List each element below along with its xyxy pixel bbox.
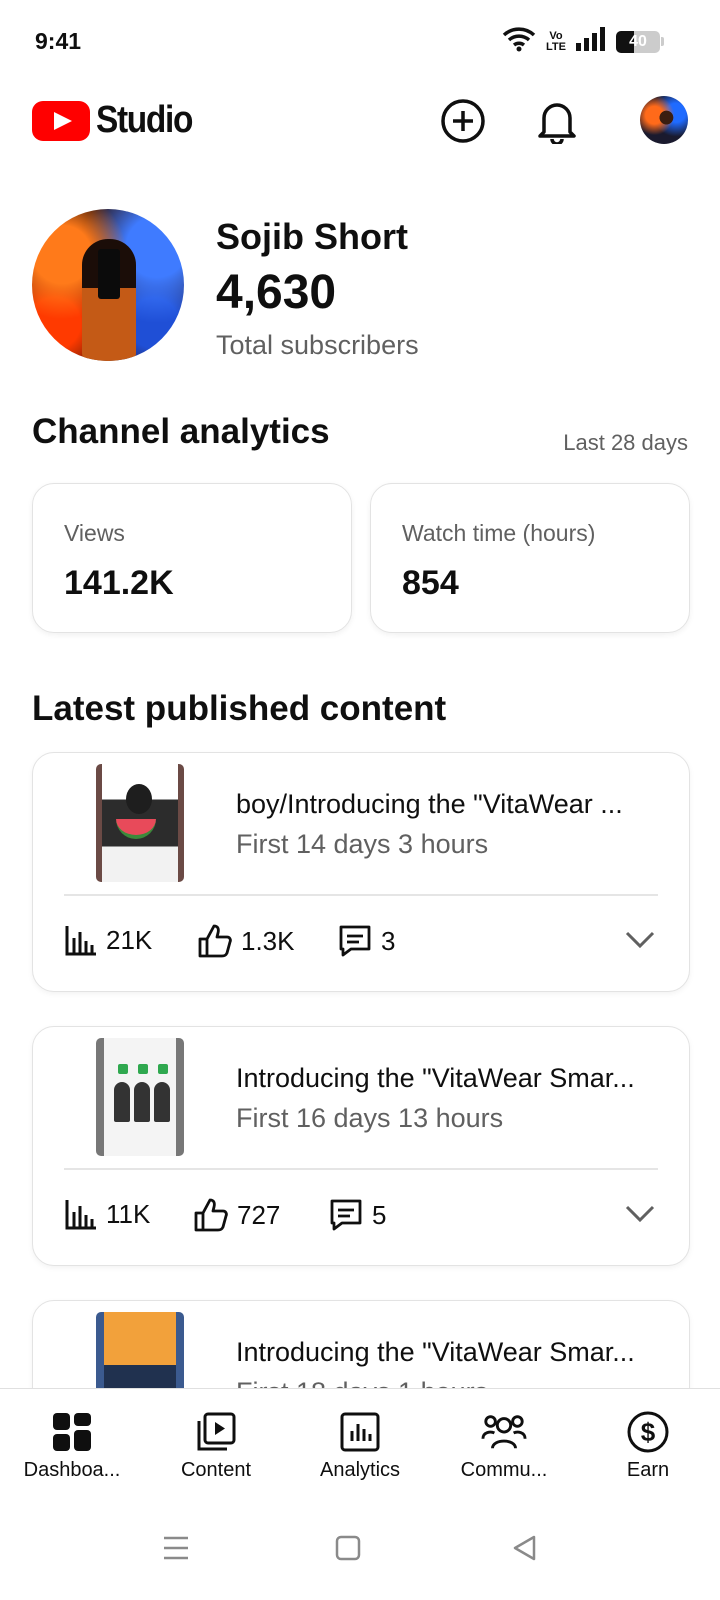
views-count: 11K	[106, 1198, 151, 1229]
create-button[interactable]	[439, 97, 487, 145]
plus-circle-icon	[441, 99, 485, 143]
bar-chart-icon	[65, 1200, 96, 1230]
chevron-down-icon	[625, 931, 655, 949]
dashboard-icon	[49, 1409, 95, 1455]
youtube-play-icon	[32, 100, 90, 141]
video-title[interactable]: Introducing the "VitaWear Smar...	[236, 1337, 635, 1368]
views-metric: 11K	[64, 1197, 150, 1231]
analytics-range: Last 28 days	[563, 430, 688, 455]
expand-button[interactable]	[625, 931, 655, 954]
nav-item-analytics[interactable]: Analytics	[288, 1389, 432, 1499]
system-navigation	[0, 1498, 720, 1600]
channel-avatar[interactable]	[32, 209, 184, 361]
svg-text:$: $	[641, 1417, 656, 1447]
account-avatar[interactable]	[640, 96, 688, 144]
analytics-icon	[337, 1409, 383, 1455]
comments-count: 3	[381, 925, 396, 956]
logo-text: Studio	[96, 99, 193, 141]
comment-icon	[339, 925, 371, 957]
bottom-navigation: Dashboa... Content Analytics Commu... $ …	[0, 1388, 720, 1498]
bar-chart-icon	[65, 926, 96, 956]
latest-content-title: Latest published content	[32, 689, 447, 728]
video-thumbnail[interactable]	[96, 764, 184, 882]
status-time: 9:41	[35, 28, 82, 54]
battery-tip	[661, 37, 664, 46]
analytics-title: Channel analytics	[32, 412, 330, 451]
bell-icon	[538, 103, 576, 144]
nav-item-community[interactable]: Commu...	[432, 1389, 576, 1499]
youtube-studio-logo[interactable]: Studio	[32, 99, 205, 142]
video-title[interactable]: boy/Introducing the "VitaWear ...	[236, 789, 623, 820]
wifi-icon	[502, 26, 536, 57]
nav-label: Analytics	[319, 1459, 401, 1481]
volte-indicator: Vo LTE	[546, 29, 566, 53]
nav-label: Dashboa...	[23, 1459, 121, 1481]
expand-button[interactable]	[625, 1205, 655, 1228]
earn-icon: $	[625, 1409, 671, 1455]
back-button[interactable]	[504, 1528, 544, 1568]
video-title[interactable]: Introducing the "VitaWear Smar...	[236, 1063, 635, 1094]
square-icon	[335, 1535, 361, 1561]
video-period: First 14 days 3 hours	[236, 829, 489, 859]
comments-metric: 3	[337, 923, 395, 959]
comment-icon	[330, 1199, 362, 1231]
signal-icon	[576, 27, 606, 56]
battery-level: 40	[629, 32, 647, 50]
content-card[interactable]: boy/Introducing the "VitaWear ... First …	[32, 752, 690, 992]
views-label: Views	[64, 520, 125, 546]
video-period: First 16 days 13 hours	[236, 1103, 504, 1133]
subscriber-count: 4,630	[216, 266, 337, 319]
subscriber-label: Total subscribers	[216, 330, 419, 360]
nav-label: Commu...	[460, 1459, 548, 1481]
comments-metric: 5	[328, 1197, 386, 1233]
thumbs-up-icon	[194, 1198, 228, 1232]
views-metric: 21K	[64, 923, 152, 957]
thumbs-up-icon	[198, 924, 232, 958]
likes-metric: 1.3K	[197, 923, 295, 959]
channel-name: Sojib Short	[216, 216, 408, 257]
views-card[interactable]: Views 141.2K	[32, 483, 352, 633]
status-bar: 9:41 Vo LTE 40	[0, 0, 720, 84]
content-icon	[193, 1409, 239, 1455]
recents-button[interactable]	[156, 1528, 196, 1568]
notifications-button[interactable]	[533, 97, 581, 145]
views-count: 21K	[106, 924, 153, 955]
community-icon	[481, 1409, 527, 1455]
back-triangle-icon	[513, 1535, 536, 1561]
watch-time-value: 854	[402, 564, 459, 602]
chevron-down-icon	[625, 1205, 655, 1223]
home-button[interactable]	[328, 1528, 368, 1568]
nav-label: Content	[180, 1459, 252, 1481]
comments-count: 5	[372, 1199, 387, 1230]
card-divider	[64, 1168, 658, 1170]
likes-metric: 727	[193, 1197, 280, 1233]
card-divider	[64, 894, 658, 896]
app-header: Studio	[0, 84, 720, 160]
nav-item-earn[interactable]: $ Earn	[576, 1389, 720, 1499]
nav-item-content[interactable]: Content	[144, 1389, 288, 1499]
status-icons: Vo LTE 40	[502, 26, 664, 57]
likes-count: 727	[237, 1199, 281, 1230]
battery-icon: 40	[616, 30, 660, 53]
nav-item-dashboard[interactable]: Dashboa...	[0, 1389, 144, 1499]
avatar-camera	[98, 249, 120, 299]
menu-icon	[164, 1536, 188, 1560]
views-value: 141.2K	[64, 564, 174, 602]
nav-label: Earn	[626, 1459, 670, 1481]
watch-time-label: Watch time (hours)	[402, 520, 596, 546]
watch-time-card[interactable]: Watch time (hours) 854	[370, 483, 690, 633]
video-thumbnail[interactable]	[96, 1038, 184, 1156]
content-card[interactable]: Introducing the "VitaWear Smar... First …	[32, 1026, 690, 1266]
likes-count: 1.3K	[241, 925, 295, 956]
